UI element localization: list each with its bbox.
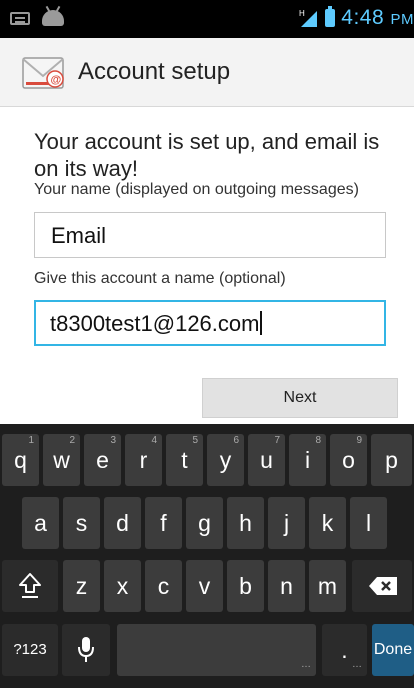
key-hint: 9 — [356, 435, 362, 446]
key-label: y — [219, 447, 232, 473]
android-icon — [42, 10, 64, 26]
envelope-at-icon[interactable]: @ — [22, 52, 66, 92]
key-k[interactable]: k — [309, 497, 346, 549]
key-f[interactable]: f — [145, 497, 182, 549]
key-label: i — [304, 447, 311, 473]
key-r[interactable]: r4 — [125, 434, 162, 486]
soft-keyboard: q1 w2 e3 r4 t5 y6 u7 i8 o9 p a s d f g h… — [0, 424, 414, 688]
network-type-label: H — [299, 9, 305, 18]
key-label: t — [181, 447, 188, 473]
key-hint: 4 — [151, 435, 157, 446]
key-i[interactable]: i8 — [289, 434, 326, 486]
microphone-icon — [78, 637, 94, 662]
key-d[interactable]: d — [104, 497, 141, 549]
key-l[interactable]: l — [350, 497, 387, 549]
account-name-label: Give this account a name (optional) — [34, 270, 286, 287]
key-p[interactable]: p — [371, 434, 412, 486]
action-bar: @ Account setup — [0, 38, 414, 107]
shift-arrow-icon — [19, 573, 41, 598]
battery-icon — [325, 6, 336, 27]
next-button[interactable]: Next — [202, 378, 398, 418]
clock-ampm: PM — [390, 11, 414, 28]
key-q[interactable]: q1 — [2, 434, 39, 486]
key-hint: 3 — [110, 435, 116, 446]
key-label: o — [342, 447, 355, 473]
key-j[interactable]: j — [268, 497, 305, 549]
shift-key[interactable] — [2, 560, 58, 612]
key-label: q — [14, 447, 27, 473]
key-hint: 2 — [69, 435, 75, 446]
key-label: . — [341, 637, 348, 663]
system-icons: H 4:48 PM — [297, 6, 414, 30]
svg-text:@: @ — [51, 74, 62, 86]
key-a[interactable]: a — [22, 497, 59, 549]
key-hint: 7 — [274, 435, 280, 446]
key-label: r — [139, 447, 148, 473]
page-title: Account setup — [78, 58, 231, 85]
key-y[interactable]: y6 — [207, 434, 244, 486]
key-w[interactable]: w2 — [43, 434, 80, 486]
symbols-key[interactable]: ?123 — [2, 624, 58, 676]
more-indicator: … — [352, 659, 362, 670]
space-key[interactable]: … — [117, 624, 316, 676]
key-s[interactable]: s — [63, 497, 100, 549]
key-c[interactable]: c — [145, 560, 182, 612]
signal-icon: H — [297, 7, 319, 29]
key-g[interactable]: g — [186, 497, 223, 549]
key-b[interactable]: b — [227, 560, 264, 612]
key-label: w — [53, 447, 70, 473]
key-z[interactable]: z — [63, 560, 100, 612]
name-field-label: Your name (displayed on outgoing message… — [34, 181, 359, 198]
key-h[interactable]: h — [227, 497, 264, 549]
key-label: u — [260, 447, 273, 473]
backspace-key[interactable] — [352, 560, 412, 612]
key-hint: 1 — [28, 435, 34, 446]
more-indicator: … — [301, 659, 311, 670]
account-name-field[interactable]: t8300test1@126.com — [34, 300, 386, 346]
status-bar: H 4:48 PM — [0, 0, 414, 38]
account-name-text: t8300test1@126.com — [50, 311, 260, 336]
backspace-icon — [369, 577, 397, 595]
key-o[interactable]: o9 — [330, 434, 367, 486]
name-field-value: Email — [51, 223, 107, 248]
key-v[interactable]: v — [186, 560, 223, 612]
notification-icons — [10, 10, 64, 26]
period-key[interactable]: .… — [322, 624, 367, 676]
voice-input-key[interactable] — [62, 624, 110, 676]
key-n[interactable]: n — [268, 560, 305, 612]
key-hint: 8 — [315, 435, 321, 446]
keyboard-icon — [10, 11, 30, 25]
setup-heading: Your account is set up, and email is on … — [34, 129, 380, 181]
key-t[interactable]: t5 — [166, 434, 203, 486]
status-clock: 4:48 PM — [341, 6, 414, 30]
name-field[interactable]: Email — [34, 212, 386, 258]
key-hint: 5 — [192, 435, 198, 446]
account-name-value: t8300test1@126.com — [50, 311, 263, 337]
done-key[interactable]: Done — [372, 624, 414, 676]
key-m[interactable]: m — [309, 560, 346, 612]
key-label: e — [96, 447, 109, 473]
key-u[interactable]: u7 — [248, 434, 285, 486]
text-cursor — [260, 311, 263, 335]
key-hint: 6 — [233, 435, 239, 446]
key-x[interactable]: x — [104, 560, 141, 612]
clock-time: 4:48 — [341, 6, 385, 29]
key-label: p — [385, 447, 398, 473]
key-e[interactable]: e3 — [84, 434, 121, 486]
